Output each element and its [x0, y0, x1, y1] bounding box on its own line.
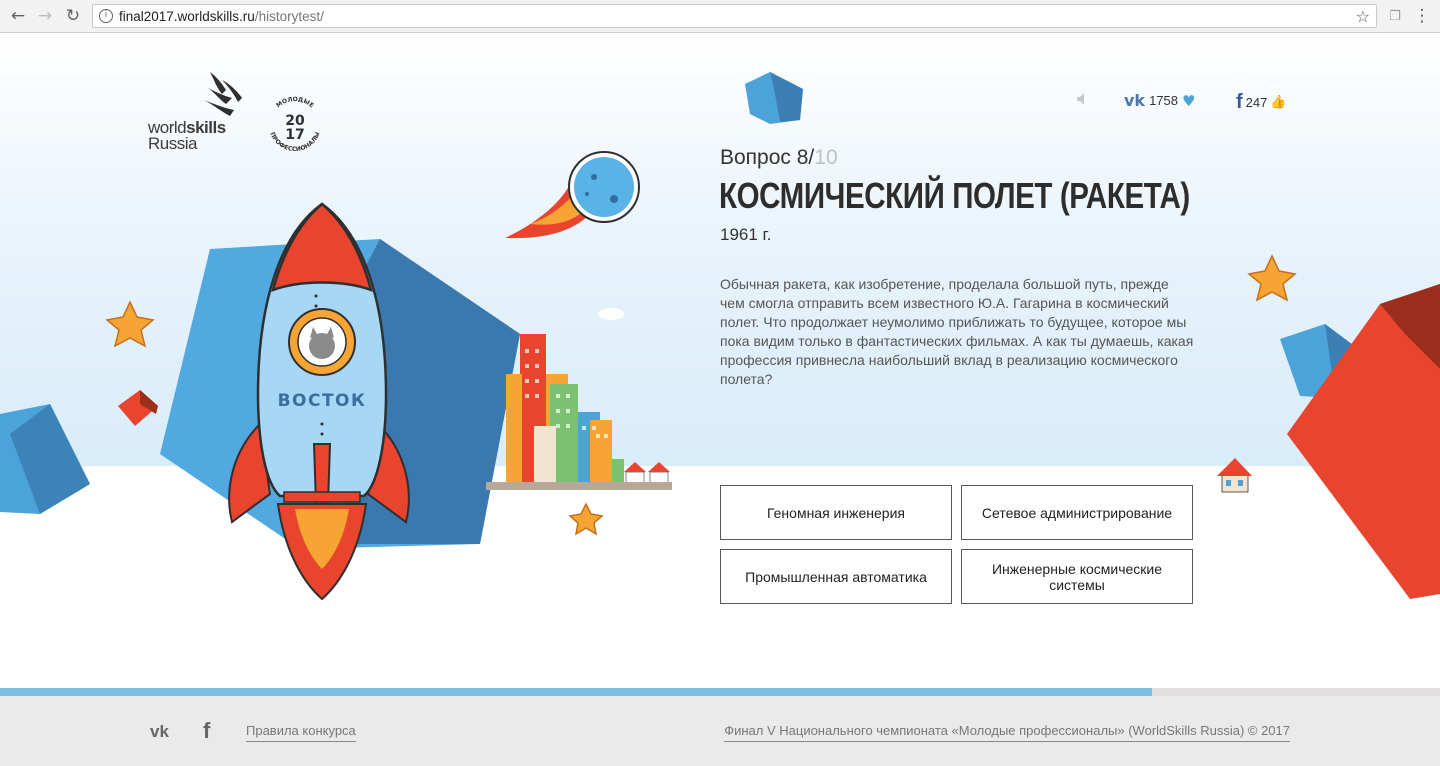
cloud	[598, 308, 624, 320]
copyright-link[interactable]: Финал V Национального чемпионата «Молоды…	[724, 723, 1290, 742]
vk-share-button[interactable]: vk 1758 ♥	[1124, 91, 1195, 110]
answer-options: Геномная инженерия Сетевое администриров…	[720, 485, 1193, 604]
footer: vk f Правила конкурса Финал V Национальн…	[0, 696, 1440, 766]
question-text: Обычная ракета, как изобретение, продела…	[720, 276, 1194, 387]
arrow-right-icon[interactable]: →	[35, 6, 55, 26]
question-title: КОСМИЧЕСКИЙ ПОЛЕТ (РАКЕТА)	[719, 175, 1190, 216]
facebook-icon[interactable]: f	[203, 718, 210, 744]
quiz-progress-fill	[0, 688, 1152, 696]
star-right	[1247, 254, 1297, 302]
worldskills-emblem-icon	[204, 72, 242, 116]
facebook-icon: f	[1236, 91, 1243, 113]
question-year: 1961 г.	[720, 225, 772, 244]
dots-vertical-icon[interactable]: ⋮	[1412, 6, 1432, 26]
url-text[interactable]: final2017.worldskills.ru/historytest/	[119, 9, 324, 24]
browser-toolbar: ← → ↻ i final2017.worldskills.ru/history…	[0, 0, 1440, 33]
vk-share-count: 1758	[1149, 93, 1178, 108]
rocket-label: ВОСТОК	[278, 391, 367, 411]
young-professionals-2017-badge: МОЛОДЫЕ ПРОФЕССИОНАЛЫ 20 17	[268, 96, 321, 153]
answer-option[interactable]: Геномная инженерия	[720, 485, 952, 540]
svg-text:МОЛОДЫЕ: МОЛОДЫЕ	[275, 96, 315, 109]
page: ВОСТОК worldskills Russia МОЛОДЫЕ ПРОФЕС…	[0, 34, 1440, 766]
fb-share-count: 247	[1245, 95, 1268, 110]
star-icon[interactable]: ☆	[1356, 7, 1370, 26]
worldskills-logo-text: worldskills Russia	[148, 118, 226, 153]
top-cube	[745, 72, 803, 124]
answer-option[interactable]: Сетевое администрирование	[961, 485, 1193, 540]
svg-text:17: 17	[285, 127, 304, 143]
answer-option[interactable]: Инженерные космические системы	[961, 549, 1193, 604]
question-number: Вопрос 8/10	[720, 146, 838, 169]
heart-icon: ♥	[1182, 91, 1196, 110]
vk-icon: vk	[1124, 91, 1146, 110]
arrow-left-icon[interactable]: ←	[8, 6, 28, 26]
extension-icon[interactable]: ❐	[1385, 6, 1405, 26]
left-cube	[0, 404, 90, 514]
thumbs-up-icon: 👍	[1270, 95, 1287, 110]
vk-icon[interactable]: vk	[150, 722, 169, 742]
worldskills-logo[interactable]: worldskills Russia	[148, 70, 248, 160]
reload-icon[interactable]: ↻	[63, 6, 83, 26]
contest-rules-link[interactable]: Правила конкурса	[246, 723, 356, 742]
star-bottom	[568, 502, 604, 536]
star-left	[105, 300, 155, 348]
red-cube	[118, 390, 158, 426]
address-bar[interactable]: i final2017.worldskills.ru/historytest/ …	[92, 4, 1377, 28]
fb-share-button[interactable]: f 247 👍	[1236, 91, 1287, 114]
quiz-progress-bar	[0, 688, 1440, 696]
house-right	[1217, 458, 1252, 493]
speaker-icon[interactable]	[1076, 92, 1090, 106]
answer-option[interactable]: Промышленная автоматика	[720, 549, 952, 604]
info-icon[interactable]: i	[99, 9, 113, 23]
planet	[505, 151, 640, 239]
